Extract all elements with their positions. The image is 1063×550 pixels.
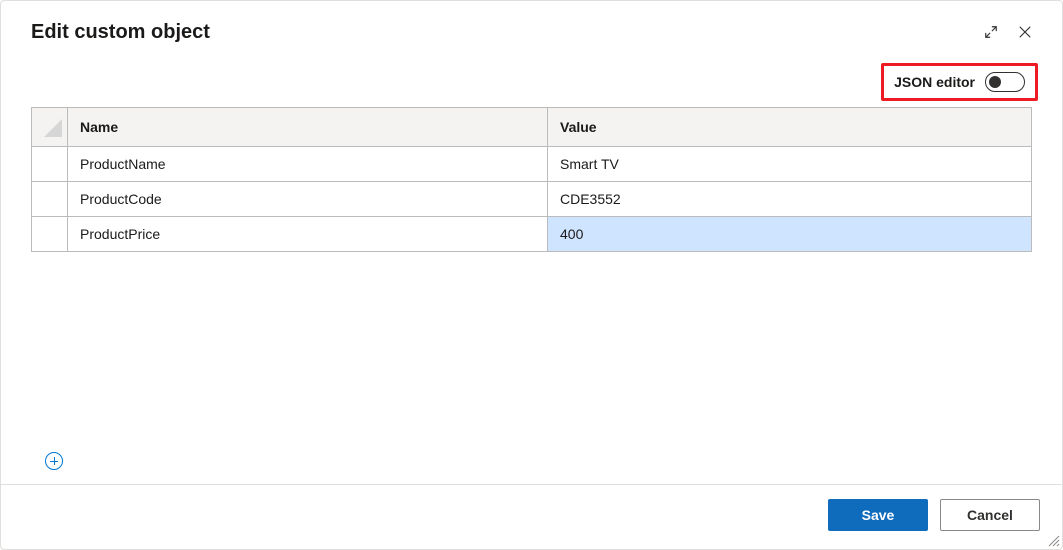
toggle-thumb <box>989 76 1001 88</box>
json-editor-label: JSON editor <box>894 74 975 90</box>
expand-icon[interactable] <box>974 15 1008 49</box>
dialog-header: Edit custom object <box>1 1 1062 55</box>
grid-footer <box>31 444 1032 484</box>
property-name-cell[interactable]: ProductPrice <box>68 217 548 252</box>
table-row: ProductNameSmart TV <box>32 147 1032 182</box>
column-header-name[interactable]: Name <box>68 108 548 147</box>
table-row: ProductPrice400 <box>32 217 1032 252</box>
properties-grid-area: Name Value ProductNameSmart TVProductCod… <box>1 105 1062 484</box>
json-editor-toggle-highlight: JSON editor <box>881 63 1038 101</box>
row-selector[interactable] <box>32 147 68 182</box>
row-selector[interactable] <box>32 182 68 217</box>
resize-handle[interactable] <box>1046 533 1060 547</box>
property-name-cell[interactable]: ProductCode <box>68 182 548 217</box>
dialog-title: Edit custom object <box>31 21 974 44</box>
toolbar: JSON editor <box>1 55 1062 105</box>
row-selector[interactable] <box>32 217 68 252</box>
edit-custom-object-dialog: Edit custom object JSON editor <box>0 0 1063 550</box>
table-row: ProductCodeCDE3552 <box>32 182 1032 217</box>
property-name-cell[interactable]: ProductName <box>68 147 548 182</box>
add-row-button[interactable] <box>45 452 63 470</box>
grid-header-row: Name Value <box>32 108 1032 147</box>
save-button[interactable]: Save <box>828 499 928 531</box>
cancel-button[interactable]: Cancel <box>940 499 1040 531</box>
grid-select-all[interactable] <box>32 108 68 147</box>
property-value-cell[interactable]: 400 <box>548 217 1032 252</box>
properties-grid: Name Value ProductNameSmart TVProductCod… <box>31 107 1032 252</box>
column-header-value[interactable]: Value <box>548 108 1032 147</box>
property-value-cell[interactable]: Smart TV <box>548 147 1032 182</box>
close-icon[interactable] <box>1008 15 1042 49</box>
json-editor-toggle[interactable] <box>985 72 1025 92</box>
dialog-footer: Save Cancel <box>1 484 1062 549</box>
select-all-triangle-icon <box>44 119 62 137</box>
property-value-cell[interactable]: CDE3552 <box>548 182 1032 217</box>
